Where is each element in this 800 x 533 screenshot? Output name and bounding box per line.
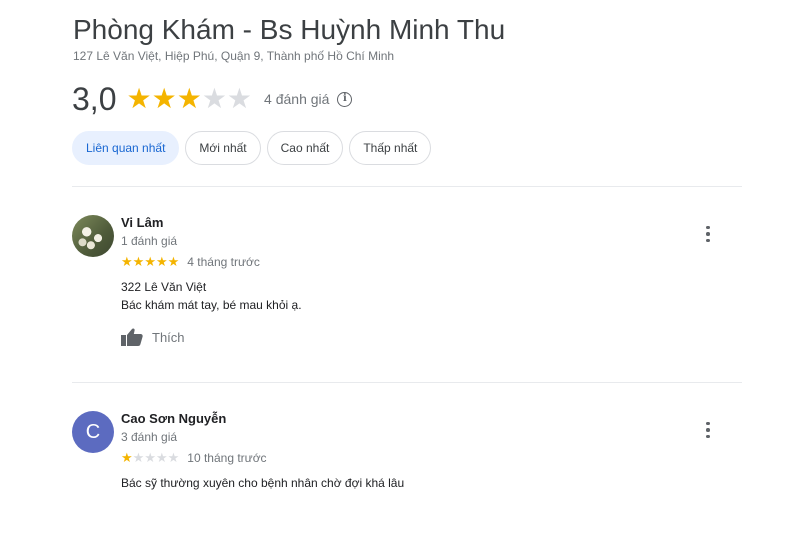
star-icon: ★ <box>176 83 202 114</box>
info-icon[interactable]: i <box>337 91 353 107</box>
more-vert-dot <box>706 238 710 243</box>
avatar[interactable] <box>72 215 114 257</box>
place-address: 127 Lê Văn Việt, Hiệp Phú, Quận 9, Thành… <box>73 49 395 63</box>
star-icon: ★ <box>201 83 227 114</box>
star-icon: ★ <box>226 83 253 114</box>
star-icon: ★ <box>167 450 180 465</box>
more-vert-dot <box>706 428 710 432</box>
thumb-up-icon <box>121 328 143 346</box>
reviewer-review-count: 3 đánh giá <box>121 430 178 444</box>
more-vert-dot <box>706 434 710 439</box>
like-button[interactable]: Thích <box>121 328 681 346</box>
review-stars: ★ ★ ★ ★ ★ <box>121 451 179 465</box>
star-icon: ★ <box>132 254 145 269</box>
review-time: 10 tháng trước <box>187 451 267 465</box>
sort-chip-highest[interactable]: Cao nhất <box>266 131 344 165</box>
star-icon: ★ <box>121 450 133 465</box>
like-label: Thích <box>152 329 185 345</box>
divider <box>72 382 742 383</box>
star-icon: ★ <box>155 254 168 269</box>
star-icon: ★ <box>126 83 152 114</box>
more-options-button[interactable] <box>700 222 716 246</box>
rating-stars: ★ ★ ★ ★ ★ <box>126 84 252 114</box>
rating-value: 3,0 <box>72 81 117 117</box>
review-time: 4 tháng trước <box>187 255 260 269</box>
review-stars: ★ ★ ★ ★ ★ <box>121 255 179 269</box>
review-item: C Cao Sơn Nguyễn 3 đánh giá ★ ★ ★ ★ ★ 10 thá… <box>72 411 742 533</box>
more-vert-icon <box>706 225 710 230</box>
rating-summary: 3,0 ★ ★ ★ ★ ★ 4 đánh giá i <box>72 81 353 117</box>
star-icon: ★ <box>121 254 133 269</box>
review-text-line: 322 Lê Văn Việt <box>121 280 207 294</box>
star-icon: ★ <box>132 450 145 465</box>
star-icon: ★ <box>155 450 168 465</box>
divider <box>72 186 742 187</box>
review-count-link[interactable]: 4 đánh giá <box>264 91 329 107</box>
sort-chips: Liên quan nhất Mới nhất Cao nhất Thấp nh… <box>72 131 432 165</box>
review-text-line: Bác sỹ thường xuyên cho bệnh nhân chờ đợ… <box>121 476 405 490</box>
review-item: Vi Lâm 1 đánh giá ★ ★ ★ ★ ★ 4 tháng trước 32… <box>72 215 742 365</box>
more-vert-icon <box>706 421 710 426</box>
reviewer-review-count: 1 đánh giá <box>121 234 178 248</box>
star-icon: ★ <box>144 254 156 269</box>
reviewer-name[interactable]: Vi Lâm <box>121 215 681 231</box>
place-title: Phòng Khám - Bs Huỳnh Minh Thu <box>73 14 506 45</box>
more-vert-dot <box>706 232 710 236</box>
sort-chip-relevant[interactable]: Liên quan nhất <box>72 131 180 165</box>
star-icon: ★ <box>151 83 177 114</box>
more-options-button[interactable] <box>700 418 716 442</box>
avatar[interactable]: C <box>72 411 114 453</box>
reviewer-name[interactable]: Cao Sơn Nguyễn <box>121 411 681 427</box>
star-icon: ★ <box>144 450 156 465</box>
star-icon: ★ <box>167 254 180 269</box>
review-text-line: Bác khám mát tay, bé mau khỏi ạ. <box>121 298 302 312</box>
sort-chip-newest[interactable]: Mới nhất <box>185 131 261 165</box>
sort-chip-lowest[interactable]: Thấp nhất <box>349 131 432 165</box>
